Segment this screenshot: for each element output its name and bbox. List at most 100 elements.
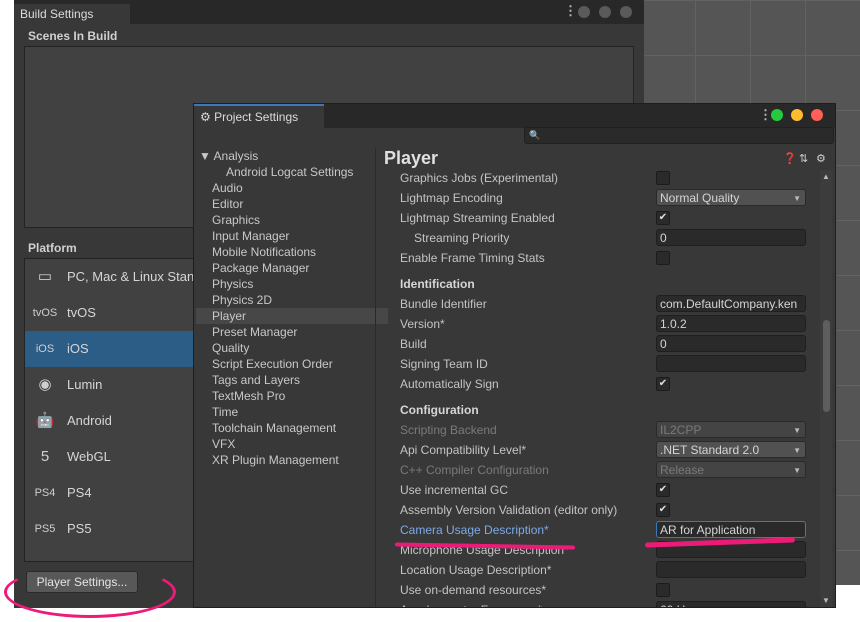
window-button-icon[interactable] — [599, 6, 611, 18]
platform-item[interactable]: 🤖 Android — [25, 403, 195, 439]
setting-checkbox[interactable]: ✔ — [656, 211, 670, 225]
nav-item[interactable]: Toolchain Management — [196, 420, 388, 436]
window-button-icon[interactable] — [620, 6, 632, 18]
help-icon[interactable]: ❓ — [783, 152, 797, 165]
platform-title: Platform — [28, 241, 77, 255]
setting-label: Build — [400, 337, 427, 351]
setting-row: Scripting Backend IL2CPP ▼ — [384, 420, 812, 440]
platform-label: Lumin — [67, 377, 103, 392]
setting-text-field[interactable]: 60 Hz — [656, 601, 806, 607]
setting-dropdown[interactable]: .NET Standard 2.0 ▼ — [656, 441, 806, 458]
setting-checkbox[interactable] — [656, 171, 670, 185]
setting-label: Use on-demand resources* — [400, 583, 547, 597]
scenes-in-build-title: Scenes In Build — [28, 29, 118, 43]
setting-row: Accelerometer Frequency* 60 Hz — [384, 600, 812, 607]
search-icon: 🔍 — [529, 130, 541, 140]
scrollbar-thumb[interactable] — [823, 320, 830, 412]
setting-text-field[interactable]: com.DefaultCompany.ken — [656, 295, 806, 312]
scroll-up-icon[interactable]: ▲ — [822, 172, 830, 181]
platform-item[interactable]: PS4 PS4 — [25, 475, 195, 511]
settings-search-input[interactable]: 🔍 — [524, 127, 834, 144]
setting-row: Location Usage Description* — [384, 560, 812, 580]
nav-item[interactable]: VFX — [196, 436, 388, 452]
setting-dropdown: Release ▼ — [656, 461, 806, 478]
gear-icon: ⚙ — [200, 110, 211, 124]
monitor-icon: ▭ — [37, 268, 53, 285]
setting-dropdown[interactable]: Normal Quality ▼ — [656, 189, 806, 206]
nav-item[interactable]: Android Logcat Settings — [196, 164, 402, 180]
setting-label: Location Usage Description* — [400, 563, 552, 577]
panel-title: Player — [384, 148, 439, 168]
annotation-circle — [4, 566, 176, 618]
nav-item[interactable]: Input Manager — [196, 228, 388, 244]
build-settings-tab[interactable]: Build Settings — [14, 4, 130, 24]
nav-item[interactable]: Graphics — [196, 212, 388, 228]
platform-label: PC, Mac & Linux Standalone — [67, 269, 195, 284]
setting-text-field[interactable]: 0 — [656, 335, 806, 352]
nav-item[interactable]: Script Execution Order — [196, 356, 388, 372]
ps4-logo-icon: PS4 — [34, 487, 56, 499]
close-button-icon[interactable] — [811, 109, 823, 121]
platform-item[interactable]: ◉ Lumin — [25, 367, 195, 403]
scroll-down-icon[interactable]: ▼ — [822, 596, 830, 605]
nav-item[interactable]: Physics — [196, 276, 388, 292]
setting-checkbox[interactable] — [656, 583, 670, 597]
setting-label: Camera Usage Description* — [400, 523, 549, 537]
project-settings-tab[interactable]: ⚙ Project Settings — [194, 104, 324, 128]
more-options-icon[interactable]: ⋮ — [564, 3, 577, 19]
section-header: Identification — [400, 277, 475, 291]
setting-label: Version* — [400, 317, 445, 331]
setting-row: Use incremental GC ✔ — [384, 480, 812, 500]
setting-label: Lightmap Encoding — [400, 191, 503, 205]
platform-item[interactable]: ▭ PC, Mac & Linux Standalone — [25, 259, 195, 295]
nav-item[interactable]: Package Manager — [196, 260, 388, 276]
nav-item[interactable]: ▼ Analysis — [196, 148, 375, 164]
minimize-button-icon[interactable] — [791, 109, 803, 121]
dropdown-value: .NET Standard 2.0 — [660, 443, 760, 457]
platform-label: Android — [67, 413, 112, 428]
setting-text-field[interactable] — [656, 561, 806, 578]
setting-label: Signing Team ID — [400, 357, 488, 371]
setting-row: Graphics Jobs (Experimental) — [384, 170, 812, 188]
setting-text-field[interactable]: AR for Application — [656, 521, 806, 538]
nav-item[interactable]: Time — [196, 404, 388, 420]
nav-item[interactable]: Tags and Layers — [196, 372, 388, 388]
nav-item[interactable]: Audio — [196, 180, 388, 196]
nav-item[interactable]: XR Plugin Management — [196, 452, 388, 468]
nav-item[interactable]: TextMesh Pro — [196, 388, 388, 404]
setting-text-field[interactable]: 0 — [656, 229, 806, 246]
nav-item[interactable]: Physics 2D — [196, 292, 388, 308]
platform-item[interactable]: PS5 PS5 — [25, 511, 195, 547]
nav-item[interactable]: Quality — [196, 340, 388, 356]
preset-sliders-icon[interactable]: ⇅ — [799, 152, 808, 165]
ios-logo-icon: iOS — [35, 343, 55, 355]
window-button-icon[interactable] — [578, 6, 590, 18]
build-settings-tabbar: Build Settings ⋮ — [14, 0, 644, 24]
setting-row: Build 0 — [384, 334, 812, 354]
maximize-button-icon[interactable] — [771, 109, 783, 121]
setting-row: Streaming Priority 0 — [384, 228, 812, 248]
setting-checkbox[interactable]: ✔ — [656, 503, 670, 517]
setting-row: Version* 1.0.2 — [384, 314, 812, 334]
platform-label: PS5 — [67, 521, 92, 536]
vertical-scrollbar[interactable]: ▲ ▼ — [820, 170, 832, 607]
setting-row: Use on-demand resources* — [384, 580, 812, 600]
nav-item[interactable]: Mobile Notifications — [196, 244, 388, 260]
setting-row: Lightmap Streaming Enabled ✔ — [384, 208, 812, 228]
nav-item[interactable]: Preset Manager — [196, 324, 388, 340]
setting-checkbox[interactable] — [656, 251, 670, 265]
setting-text-field[interactable]: 1.0.2 — [656, 315, 806, 332]
setting-text-field[interactable] — [656, 355, 806, 372]
setting-row: Bundle Identifier com.DefaultCompany.ken — [384, 294, 812, 314]
platform-item[interactable]: 5 WebGL — [25, 439, 195, 475]
nav-item[interactable]: Player — [196, 308, 388, 324]
platform-item[interactable]: tvOS tvOS — [25, 295, 195, 331]
platform-item[interactable]: iOS iOS — [25, 331, 195, 367]
setting-row: Automatically Sign ✔ — [384, 374, 812, 394]
setting-checkbox[interactable]: ✔ — [656, 377, 670, 391]
setting-label: Api Compatibility Level* — [400, 443, 527, 457]
settings-gear-icon[interactable]: ⚙ — [816, 152, 826, 165]
setting-label: Graphics Jobs (Experimental) — [400, 171, 559, 185]
setting-checkbox[interactable]: ✔ — [656, 483, 670, 497]
nav-item[interactable]: Editor — [196, 196, 388, 212]
